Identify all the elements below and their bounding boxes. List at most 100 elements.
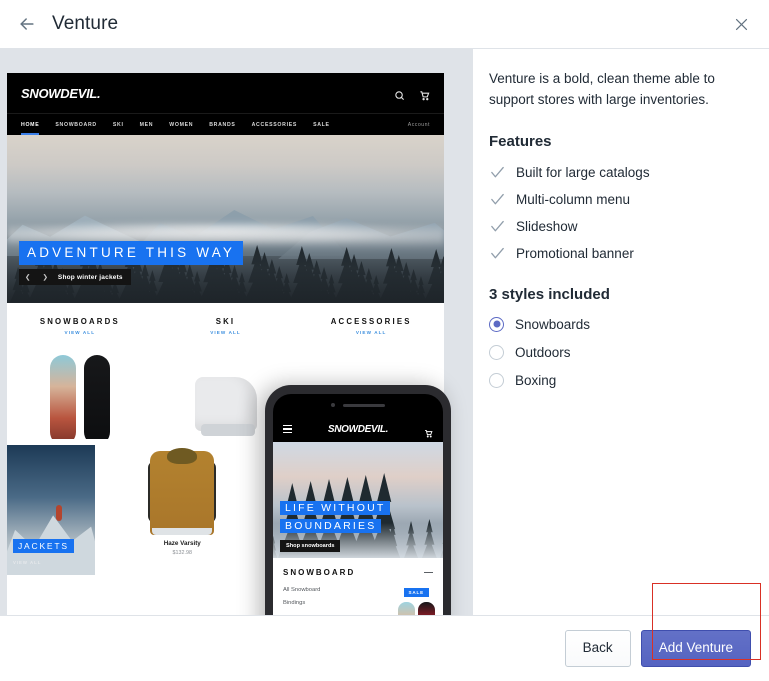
feature-item: Promotional banner [489,245,747,262]
phone-notch [273,394,443,416]
hamburger-menu-icon[interactable] [283,425,292,433]
hero-subbar: ❮ ❯ Shop winter jackets [19,269,131,285]
chevron-right-icon[interactable]: ❯ [36,269,53,285]
features-heading: Features [489,132,552,150]
nav-item-sale[interactable]: SALE [313,122,330,128]
mobile-store-logo: SNOWDEVIL. [327,423,389,435]
nav-item-home[interactable]: HOME [21,122,40,135]
back-arrow-icon[interactable] [16,13,38,35]
page-title: Venture [52,13,119,34]
radio-button[interactable] [489,372,504,388]
feature-item: Built for large catalogs [489,164,747,181]
jackets-collection-tile[interactable]: JACKETS VIEW ALL [7,445,95,575]
mobile-hero-line2: BOUNDARIES [280,519,382,533]
feature-item: Multi-column menu [489,191,747,208]
phone-camera [331,403,335,407]
style-option-label: Boxing [515,372,557,388]
mobile-product-thumb[interactable] [398,602,415,615]
nav-item-men[interactable]: MEN [140,122,154,128]
store-topbar-icons [394,88,430,100]
product-image [148,448,217,535]
store-topbar: SNOWDEVIL. [7,73,444,113]
snowboard-graphic [83,355,110,439]
mobile-section-title: SNOWBOARD [283,568,356,577]
store-logo: SNOWDEVIL. [21,85,101,101]
product-name: Haze Varsity [163,540,201,547]
store-nav: HOME SNOWBOARD SKI MEN WOMEN BRANDS ACCE… [7,113,444,135]
style-option-outdoors[interactable]: Outdoors [489,344,747,360]
feature-item: Slideshow [489,218,747,235]
mobile-preview: SNOWDEVIL. LIFE WITHOUT BOUNDARIES Shop … [265,385,451,615]
nav-item-ski[interactable]: SKI [113,122,124,128]
category-title: ACCESSORIES [330,317,412,326]
nav-item-account[interactable]: Account [408,122,430,128]
search-icon[interactable] [394,88,405,100]
theme-preview-pane: SNOWDEVIL. HOME SNOWBOARD SKI MEN WOMEN … [0,49,473,615]
nav-item-snowboard[interactable]: SNOWBOARD [55,122,96,128]
ski-boot-graphic [194,377,257,436]
features-list: Built for large catalogs Multi-column me… [489,164,747,262]
mobile-hero-caption: LIFE WITHOUT BOUNDARIES Shop snowboards [280,498,391,552]
snowboard-graphic [49,355,76,439]
mobile-product-thumbs [398,602,435,615]
mobile-collection-section: SNOWBOARD All Snowboard Bindings SALE [273,558,443,615]
style-option-boxing[interactable]: Boxing [489,372,747,388]
style-radio-group: Snowboards Outdoors Boxing [489,316,747,388]
nav-item-brands[interactable]: BRANDS [209,122,235,128]
minus-icon[interactable] [424,571,433,574]
category-view-all-link[interactable]: VIEW ALL [153,330,299,335]
feature-label: Promotional banner [516,245,634,261]
add-venture-button[interactable]: Add Venture [640,630,751,667]
product-price: $132.98 [172,550,193,556]
theme-description: Venture is a bold, clean theme able to s… [489,71,715,107]
check-icon [489,191,506,208]
nav-item-accessories[interactable]: ACCESSORIES [252,122,297,128]
styles-heading: 3 styles included [489,285,610,303]
check-icon [489,245,506,262]
feature-label: Built for large catalogs [516,164,650,180]
jackets-tile-label: JACKETS [13,539,74,553]
cart-icon[interactable] [424,425,433,437]
sale-badge: SALE [403,588,429,597]
cart-icon[interactable] [419,88,430,100]
mobile-screen: SNOWDEVIL. LIFE WITHOUT BOUNDARIES Shop … [273,394,443,615]
category-view-all-link[interactable]: VIEW ALL [298,330,444,335]
feature-label: Slideshow [516,218,578,234]
chevron-left-icon[interactable]: ❮ [19,269,36,285]
style-option-snowboards[interactable]: Snowboards [489,316,747,332]
modal-footer: Back Add Venture [0,615,769,681]
hero-cta-link[interactable]: Shop winter jackets [54,270,131,285]
jackets-tile-figure [56,504,63,521]
back-button[interactable]: Back [564,630,631,667]
mobile-hero: LIFE WITHOUT BOUNDARIES Shop snowboards [273,442,443,558]
category-view-all-link[interactable]: VIEW ALL [7,330,153,335]
check-icon [489,218,506,235]
hero-headline: ADVENTURE THIS WAY [19,241,244,265]
category-snowboards[interactable]: SNOWBOARDS VIEW ALL [7,317,153,439]
jacket-hood [167,448,198,464]
product-card[interactable]: Haze Varsity $132.98 [95,445,270,575]
feature-label: Multi-column menu [516,191,631,207]
jackets-tile-view-all[interactable]: VIEW ALL [13,560,41,565]
mobile-topbar: SNOWDEVIL. [273,416,443,442]
nav-item-women[interactable]: WOMEN [169,122,193,128]
mobile-hero-cta[interactable]: Shop snowboards [280,540,341,552]
theme-details-modal: Venture SNOWDEVIL. HOME SNOWBOARD SKI ME… [0,0,769,681]
radio-button[interactable] [489,344,504,360]
close-icon[interactable] [729,12,753,36]
radio-button[interactable] [489,316,504,332]
theme-details-pane: Venture is a bold, clean theme able to s… [473,49,769,615]
mobile-hero-line1: LIFE WITHOUT [280,501,391,515]
mobile-section-header[interactable]: SNOWBOARD [283,568,433,577]
phone-speaker [343,403,385,407]
modal-header: Venture [0,0,769,49]
style-option-label: Snowboards [515,316,591,332]
modal-body: SNOWDEVIL. HOME SNOWBOARD SKI MEN WOMEN … [0,49,769,615]
mobile-product-thumb[interactable] [418,602,435,615]
category-image [7,343,153,439]
category-title: SKI [215,317,236,326]
store-hero-slideshow: ADVENTURE THIS WAY ❮ ❯ Shop winter jacke… [7,135,444,303]
hero-caption: ADVENTURE THIS WAY ❮ ❯ Shop winter jacke… [19,241,244,285]
jacket-hem [152,528,213,535]
check-icon [489,164,506,181]
